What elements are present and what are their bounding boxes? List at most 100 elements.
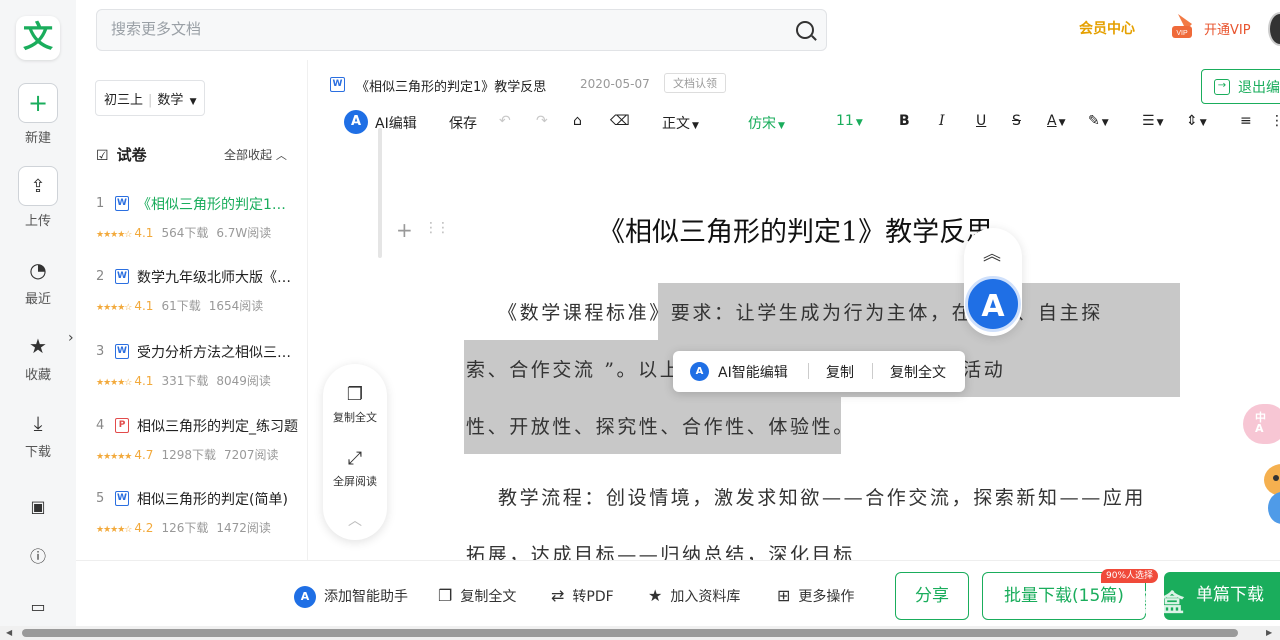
doc-sidebar: 初三上|数学 ▼ ☑ 试卷 全部收起 ︿ 1 W 《相似三角形的判定1》教学反思 … [76,60,382,560]
left-rail: 文 + 新建 ⇪ 上传 ◔ 最近 ★ 收藏 ⤓ 下载 ▣ ⓘ ▭ [0,0,76,640]
paragraph-style-select[interactable]: 正文 ▼ [662,113,699,133]
scroll-left-icon[interactable]: ◀ [6,628,12,637]
watermark: 小黑盒 [1112,589,1184,617]
claim-doc-badge[interactable]: 文档认领 [664,73,726,93]
more-actions-button[interactable]: ⊞ 更多操作 [777,586,854,606]
vip-rocket-icon[interactable]: VIP [1172,10,1196,40]
list-item-title: 受力分析方法之相似三角形法 [137,345,299,361]
font-size-select[interactable]: 11 ▼ [836,113,863,129]
to-pdf-button[interactable]: ⇄ 转PDF [551,586,614,606]
ai-assistant-button[interactable]: A [965,276,1021,332]
list-item-number: 5 [96,491,105,506]
sidebar-scrollbar[interactable] [378,128,382,258]
section-title: 试卷 [116,146,147,164]
divider [808,363,809,379]
side-tools-panel: ❐ 复制全文 ⤢ 全屏阅读 ︿ [323,364,387,540]
underline-button[interactable]: U [976,113,986,129]
italic-button[interactable]: I [939,113,945,129]
monitor-icon[interactable]: ▭ [0,592,76,624]
line-spacing-icon[interactable]: ⇕ ▼ [1186,113,1207,129]
search-input[interactable] [111,20,751,38]
briefcase-icon[interactable]: ▣ [0,492,76,524]
ai-edit-button[interactable]: AI编辑 [375,113,417,133]
align-left-icon[interactable]: ☰ ▼ [1142,113,1163,129]
star-rating: ★★★★☆ [96,230,132,240]
eraser-icon[interactable]: ⌫ [610,113,630,129]
add-to-library-button[interactable]: ★ 加入资料库 [648,586,740,606]
read-count: 8049阅读 [216,374,271,388]
copy-all-button[interactable]: ❐ 复制全文 [438,586,516,606]
open-vip-link[interactable]: 开通VIP [1204,19,1251,38]
add-assistant-button[interactable]: A 添加智能助手 [294,586,408,608]
word-file-icon: W [115,196,129,211]
horizontal-scrollbar[interactable]: ◀ ▶ [0,626,1280,640]
rail-item-label: 上传 [24,214,51,229]
rail-item-download[interactable]: ⤓ 下载 [0,409,76,460]
rail-item-upload[interactable]: ⇪ 上传 [0,166,76,229]
help-icon[interactable]: ⓘ [0,541,76,573]
list-item[interactable]: 1 W 《相似三角形的判定1》教学反思 ★★★★☆4.1 564下载 6.7W阅读 [76,190,306,258]
word-file-icon: W [115,491,129,506]
list-item-title: 数学九年级北师大版《相似三角形的判定》 [137,270,299,286]
list-icon[interactable]: ≡ [1240,113,1252,129]
word-file-icon: W [115,269,129,284]
copy-all-button[interactable]: 复制全文 [890,362,946,382]
drag-handle-icon[interactable]: ⋮⋮ [424,220,450,236]
list-item-number: 4 [96,418,105,433]
ai-smart-edit-button[interactable]: AI智能编辑 [718,362,788,382]
font-color-button[interactable]: A ▼ [1047,113,1066,129]
list-item-title: 《相似三角形的判定1》教学反思 [137,197,299,213]
list-item[interactable]: 3 W 受力分析方法之相似三角形法 ★★★★☆4.1 331下载 8049阅读 [76,338,306,406]
list-item[interactable]: 4 P 相似三角形的判定_练习题 ★★★★★ 4.7 1298下载 7207阅读 [76,412,306,480]
rail-item-label: 下载 [24,445,51,460]
chevron-up-double-icon[interactable]: ︽ [983,240,1001,266]
copy-button[interactable]: 复制 [826,362,854,382]
scroll-right-icon[interactable]: ▶ [1266,628,1272,637]
star-icon: ★ [29,334,47,358]
list-item[interactable]: 2 W 数学九年级北师大版《相似三角形的判定》 ★★★★☆4.1 61下载 1654… [76,263,306,331]
avatar[interactable] [1268,12,1280,46]
chevron-up-icon: ︿ [275,149,287,162]
exit-edit-label: 退出编辑 [1238,80,1280,96]
paragraph-line: 《数学课程标准》要求：让学生成为行为主体，在实践、自主探 [498,302,1103,324]
exam-icon: ☑ [96,148,109,164]
translate-button[interactable]: 中 A [1243,404,1280,444]
redo-icon[interactable]: ↷ [536,113,548,129]
strikethrough-button[interactable]: S [1012,113,1021,129]
rail-item-new[interactable]: + 新建 [0,83,76,146]
copy-all-tool[interactable]: ❐ 复制全文 [323,384,387,425]
insert-block-icon[interactable]: + [396,218,413,242]
bullet-list-icon[interactable]: ⋮ [1270,113,1280,129]
grade-subject-select[interactable]: 初三上 | 数学 ▼ [95,80,206,116]
search-icon[interactable] [796,21,814,39]
list-item-title: 相似三角形的判定_练习题 [137,419,298,435]
ai-logo-icon: A [344,110,368,134]
rail-item-favorites[interactable]: ★ 收藏 [0,332,76,383]
doc-date: 2020-05-07 [580,77,650,91]
grid-icon: ⊞ [777,586,791,605]
member-center-link[interactable]: 会员中心 [1079,18,1135,38]
mascot-character-icon[interactable] [1256,458,1280,528]
save-button[interactable]: 保存 [449,113,477,133]
bold-button[interactable]: B [899,113,910,129]
share-button[interactable]: 分享 [895,572,969,620]
ai-logo-icon: A [294,586,316,608]
collapse-all-button[interactable]: 全部收起 ︿ [224,146,287,163]
scrollbar-thumb[interactable] [22,629,1238,637]
list-item[interactable]: 5 W 相似三角形的判定(简单) ★★★★☆ 4.2 126下载 1472阅读 [76,485,306,553]
chevron-up-icon[interactable]: ︿ [323,510,387,530]
fullscreen-tool[interactable]: ⤢ 全屏阅读 [323,448,387,489]
highlight-color-icon[interactable]: ✎ ▼ [1088,113,1109,129]
exit-edit-button[interactable]: → 退出编辑 [1201,69,1280,104]
selection-popup: A AI智能编辑 复制 复制全文 [673,351,965,392]
app-logo[interactable]: 文 [16,16,60,60]
format-painter-icon[interactable]: ⌂ [573,113,582,129]
subject-value: 数学 [157,93,184,108]
download-count: 1298下载 [161,448,216,462]
ai-assistant-float: ︽ A [964,228,1022,336]
undo-icon[interactable]: ↶ [499,113,511,129]
font-family-select[interactable]: 仿宋 ▼ [748,113,785,133]
rail-item-recent[interactable]: ◔ 最近 [0,256,76,307]
rating-value: 4.7 [134,448,154,462]
read-count: 6.7W阅读 [216,226,272,240]
